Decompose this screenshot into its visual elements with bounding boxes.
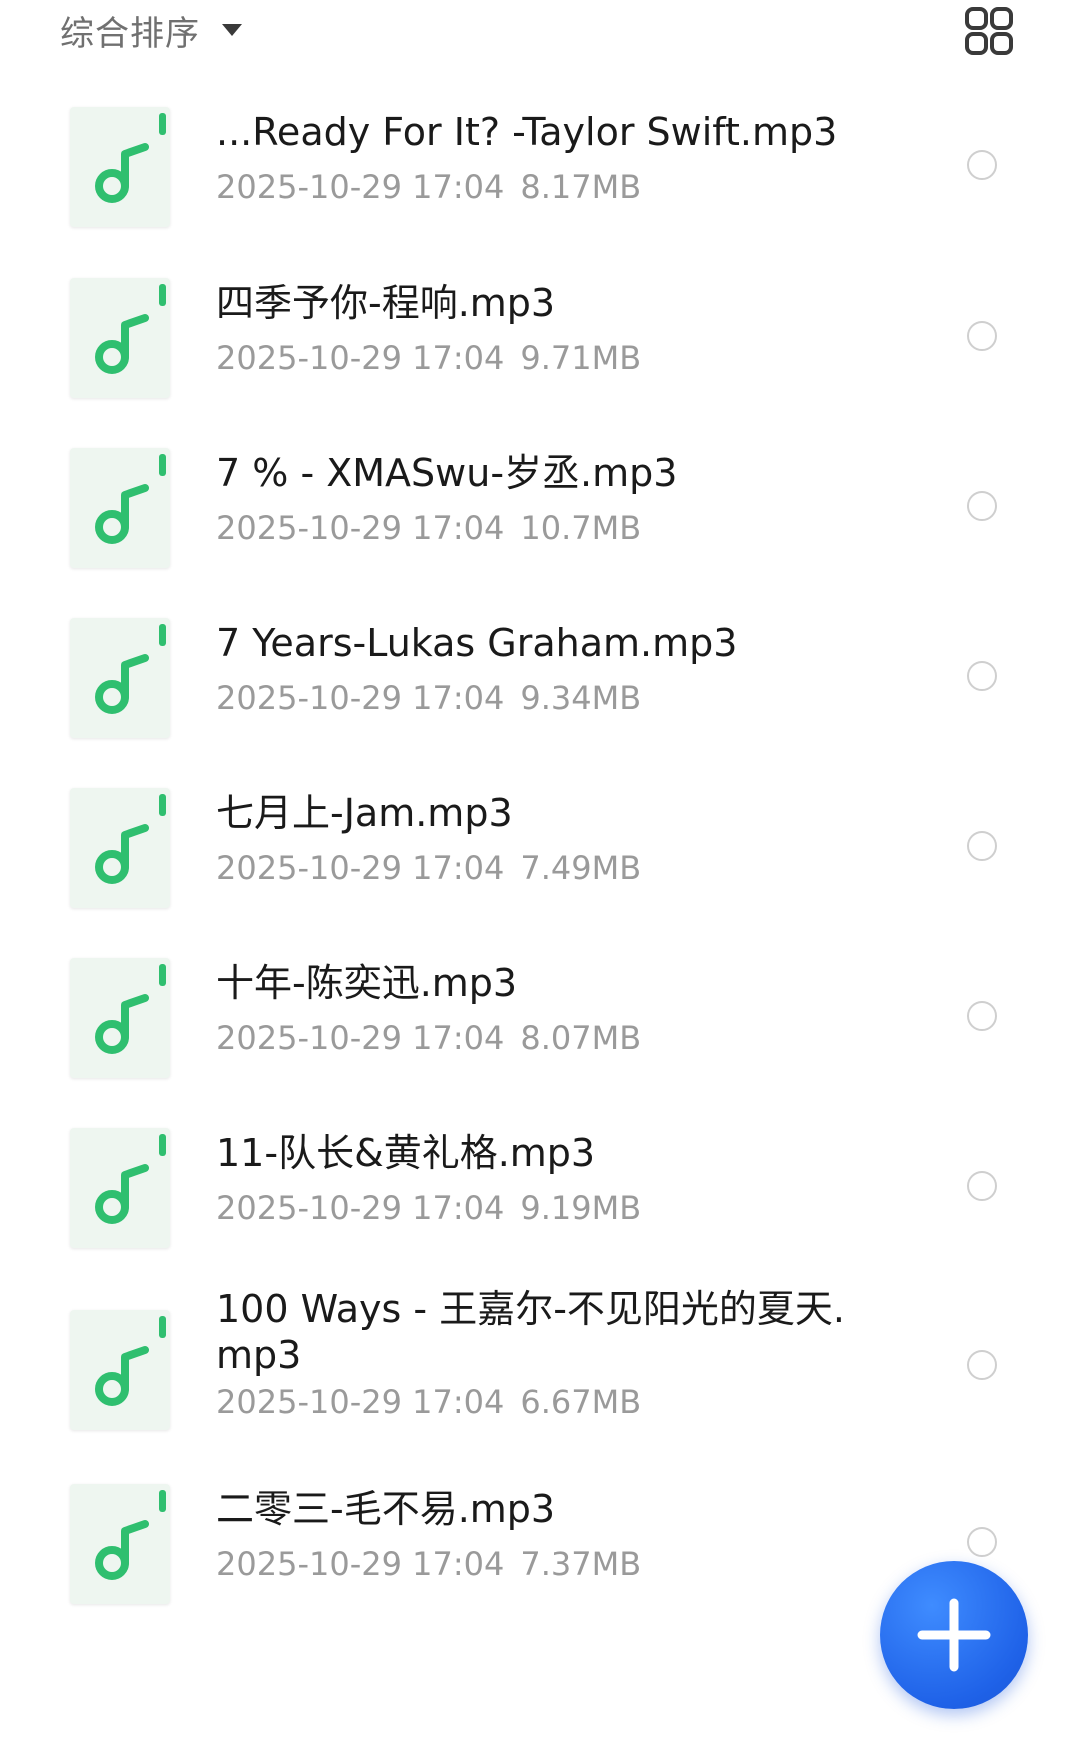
plus-icon xyxy=(917,1598,991,1672)
select-radio[interactable] xyxy=(967,491,997,521)
file-meta: 2025-10-29 17:04 9.19MB xyxy=(216,1188,641,1228)
list-item[interactable]: 七月上-Jam.mp3 2025-10-29 17:04 7.49MB xyxy=(0,776,1080,926)
music-file-icon xyxy=(70,1128,170,1248)
select-radio[interactable] xyxy=(967,1001,997,1031)
file-meta: 2025-10-29 17:04 10.7MB xyxy=(216,508,641,548)
file-name: 四季予你-程响.mp3 xyxy=(216,281,556,325)
file-size: 9.19MB xyxy=(520,1189,642,1227)
file-list: ...Ready For It? -Taylor Swift.mp3 2025-… xyxy=(0,0,1080,1760)
file-meta: 2025-10-29 17:04 7.49MB xyxy=(216,848,641,888)
file-size: 8.07MB xyxy=(520,1019,642,1057)
file-meta: 2025-10-29 17:04 8.07MB xyxy=(216,1018,641,1058)
file-date: 2025-10-29 17:04 xyxy=(216,339,505,377)
file-size: 8.17MB xyxy=(520,168,642,206)
select-radio[interactable] xyxy=(967,321,997,351)
file-name: 七月上-Jam.mp3 xyxy=(216,791,513,835)
file-date: 2025-10-29 17:04 xyxy=(216,1019,505,1057)
music-file-icon xyxy=(70,1484,170,1604)
list-item[interactable]: 100 Ways - 王嘉尔-不见阳光的夏天. mp3 2025-10-29 1… xyxy=(0,1282,1080,1462)
music-file-icon xyxy=(70,788,170,908)
file-name: ...Ready For It? -Taylor Swift.mp3 xyxy=(216,110,838,154)
list-item[interactable]: 四季予你-程响.mp3 2025-10-29 17:04 9.71MB xyxy=(0,266,1080,416)
file-name: 7 % - XMASwu-岁丞.mp3 xyxy=(216,451,678,495)
file-size: 7.37MB xyxy=(520,1545,642,1583)
file-date: 2025-10-29 17:04 xyxy=(216,509,505,547)
music-file-icon xyxy=(70,1310,170,1430)
file-size: 6.67MB xyxy=(520,1383,642,1421)
file-name: 11-队长&黄礼格.mp3 xyxy=(216,1131,596,1175)
file-meta: 2025-10-29 17:04 8.17MB xyxy=(216,167,641,207)
file-date: 2025-10-29 17:04 xyxy=(216,1189,505,1227)
select-radio[interactable] xyxy=(967,1527,997,1557)
file-name: 7 Years-Lukas Graham.mp3 xyxy=(216,621,738,665)
music-file-icon xyxy=(70,618,170,738)
file-size: 7.49MB xyxy=(520,849,642,887)
select-radio[interactable] xyxy=(967,661,997,691)
select-radio[interactable] xyxy=(967,831,997,861)
file-meta: 2025-10-29 17:04 9.71MB xyxy=(216,338,641,378)
file-date: 2025-10-29 17:04 xyxy=(216,679,505,717)
select-radio[interactable] xyxy=(967,150,997,180)
file-size: 9.71MB xyxy=(520,339,642,377)
file-size: 9.34MB xyxy=(520,679,642,717)
list-item[interactable]: 十年-陈奕迅.mp3 2025-10-29 17:04 8.07MB xyxy=(0,946,1080,1096)
file-date: 2025-10-29 17:04 xyxy=(216,168,505,206)
list-item[interactable]: ...Ready For It? -Taylor Swift.mp3 2025-… xyxy=(0,95,1080,245)
file-meta: 2025-10-29 17:04 6.67MB xyxy=(216,1382,641,1422)
list-item[interactable]: 7 % - XMASwu-岁丞.mp3 2025-10-29 17:04 10.7… xyxy=(0,436,1080,586)
list-item[interactable]: 7 Years-Lukas Graham.mp3 2025-10-29 17:0… xyxy=(0,606,1080,756)
music-file-icon xyxy=(70,958,170,1078)
music-file-icon xyxy=(70,107,170,227)
file-meta: 2025-10-29 17:04 7.37MB xyxy=(216,1544,641,1584)
file-date: 2025-10-29 17:04 xyxy=(216,849,505,887)
music-file-icon xyxy=(70,448,170,568)
add-button[interactable] xyxy=(880,1561,1028,1709)
file-name: 十年-陈奕迅.mp3 xyxy=(216,961,518,1005)
select-radio[interactable] xyxy=(967,1171,997,1201)
music-file-icon xyxy=(70,278,170,398)
file-size: 10.7MB xyxy=(520,509,642,547)
select-radio[interactable] xyxy=(967,1350,997,1380)
file-date: 2025-10-29 17:04 xyxy=(216,1545,505,1583)
list-item[interactable]: 11-队长&黄礼格.mp3 2025-10-29 17:04 9.19MB xyxy=(0,1116,1080,1266)
file-meta: 2025-10-29 17:04 9.34MB xyxy=(216,678,641,718)
file-date: 2025-10-29 17:04 xyxy=(216,1383,505,1421)
file-name: 二零三-毛不易.mp3 xyxy=(216,1487,556,1531)
file-name: 100 Ways - 王嘉尔-不见阳光的夏天. mp3 xyxy=(216,1287,845,1377)
